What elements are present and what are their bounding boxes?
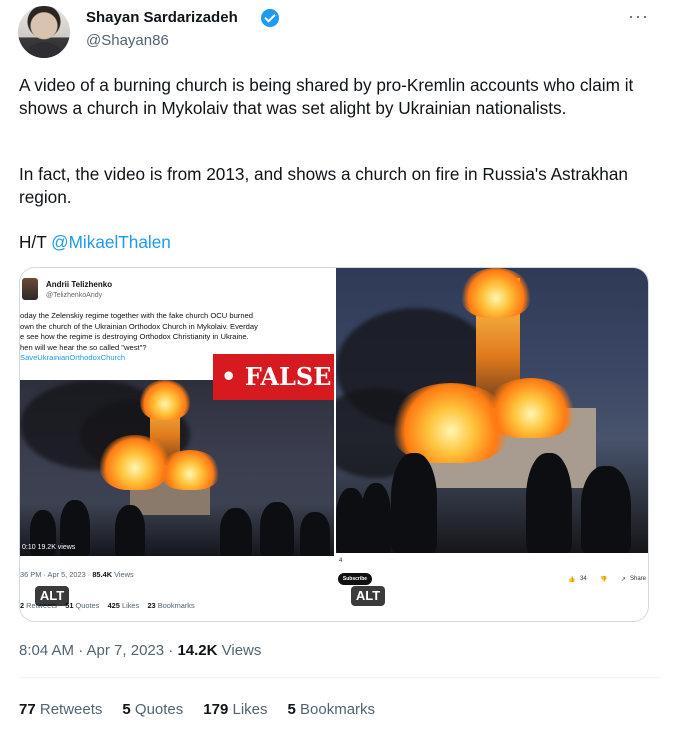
- false-label-badge: • FALSE: [213, 354, 334, 400]
- share-icon: ↗: [621, 577, 627, 583]
- tweet-paragraph-1: A video of a burning church is being sha…: [19, 75, 634, 118]
- thumbs-up-icon: 👍: [568, 577, 576, 583]
- hat-tip-prefix: H/T: [19, 232, 52, 252]
- flame: [461, 268, 531, 318]
- verified-badge-icon: [261, 9, 279, 27]
- embedded-body: oday the Zelenskiy regime together with …: [20, 311, 258, 352]
- quotes-count: 5: [122, 701, 131, 718]
- avatar-shoulders: [24, 42, 64, 58]
- author-avatar[interactable]: [18, 6, 70, 58]
- media-image-right[interactable]: 4 Subscribe 👍 34 👎 ↗ Share ALT: [336, 268, 648, 621]
- thumbs-down-icon: 👎: [600, 577, 608, 583]
- timestamp-views-count: 14.2K: [177, 642, 218, 659]
- retweets-stat[interactable]: 77 Retweets: [19, 701, 102, 718]
- retweets-label: Retweets: [39, 701, 103, 718]
- author-name[interactable]: Shayan Sardarizadeh: [86, 9, 238, 26]
- ellipsis-icon[interactable]: ···: [628, 6, 650, 26]
- media-grid: Andrii Telizhenko @TelizhenkoAndy oday t…: [19, 267, 649, 622]
- flame: [100, 435, 170, 490]
- alt-text-button-right[interactable]: ALT: [351, 586, 385, 606]
- subscribe-button: Subscribe: [338, 573, 372, 585]
- bystander-silhouette: [391, 453, 437, 553]
- embedded-stat-label: Quotes: [73, 601, 100, 610]
- tweet-hat-tip: H/T @MikaelThalen: [19, 231, 171, 254]
- bystander-silhouette: [260, 502, 294, 556]
- author-handle[interactable]: @Shayan86: [86, 32, 169, 49]
- embedded-meta: 36 PM · Apr 5, 2023 · 85.4K Views: [20, 570, 134, 579]
- alt-text-button-left[interactable]: ALT: [35, 586, 69, 606]
- embedded-meta-views: 85.4K: [92, 570, 113, 579]
- video-share-label: Share: [630, 576, 647, 582]
- bystander-silhouette: [526, 453, 572, 553]
- quotes-stat[interactable]: 5 Quotes: [122, 701, 183, 718]
- timestamp-time: 8:04 AM · Apr 7, 2023 ·: [19, 642, 178, 659]
- retweets-count: 77: [19, 701, 36, 718]
- embedded-stat-label: Likes: [119, 601, 140, 610]
- bystander-silhouette: [581, 466, 631, 553]
- embedded-hashtag: SaveUkrainianOrthodoxChurch: [20, 353, 126, 363]
- likes-stat[interactable]: 179 Likes: [203, 701, 267, 718]
- embedded-meta-views-label: Views: [112, 570, 134, 579]
- bystander-silhouette: [220, 508, 252, 556]
- embedded-stat-count: 23: [147, 601, 156, 610]
- video-likes: 34: [580, 576, 587, 582]
- tweet-timestamp[interactable]: 8:04 AM · Apr 7, 2023 · 14.2K Views: [19, 642, 261, 659]
- mention-link[interactable]: @MikaelThalen: [51, 232, 171, 252]
- engagement-stats: 77 Retweets 5 Quotes 179 Likes 5 Bookmar…: [19, 701, 375, 718]
- burning-church-photo-left: [20, 380, 334, 556]
- burning-church-photo-right: [336, 268, 648, 553]
- bookmarks-stat[interactable]: 5 Bookmarks: [288, 701, 376, 718]
- tweet-paragraph-2: In fact, the video is from 2013, and sho…: [19, 164, 628, 207]
- bookmarks-count: 5: [287, 701, 296, 718]
- embedded-meta-time: 36 PM · Apr 5, 2023 ·: [20, 570, 93, 579]
- divider: [19, 677, 661, 678]
- video-views-label: 0:10 19.2K views: [22, 544, 76, 551]
- likes-count: 179: [203, 701, 229, 718]
- timestamp-views-label: Views: [217, 642, 262, 659]
- bystander-silhouette: [300, 512, 330, 556]
- video-counter: 4: [339, 558, 343, 564]
- bystander-silhouette: [361, 483, 391, 553]
- likes-label: Likes: [232, 701, 268, 718]
- flame: [486, 378, 576, 438]
- media-image-left[interactable]: Andrii Telizhenko @TelizhenkoAndy oday t…: [20, 268, 334, 621]
- bystander-silhouette: [115, 505, 145, 556]
- embedded-author-handle: @TelizhenkoAndy: [46, 292, 103, 299]
- embedded-avatar: [22, 278, 38, 300]
- flame: [160, 450, 220, 490]
- flame: [140, 380, 190, 420]
- embedded-author-name: Andrii Telizhenko: [46, 280, 113, 289]
- bookmarks-label: Bookmarks: [300, 701, 376, 718]
- embedded-stat-label: Bookmarks: [155, 601, 195, 610]
- quotes-label: Quotes: [134, 701, 184, 718]
- embedded-stat-count: 425: [107, 601, 120, 610]
